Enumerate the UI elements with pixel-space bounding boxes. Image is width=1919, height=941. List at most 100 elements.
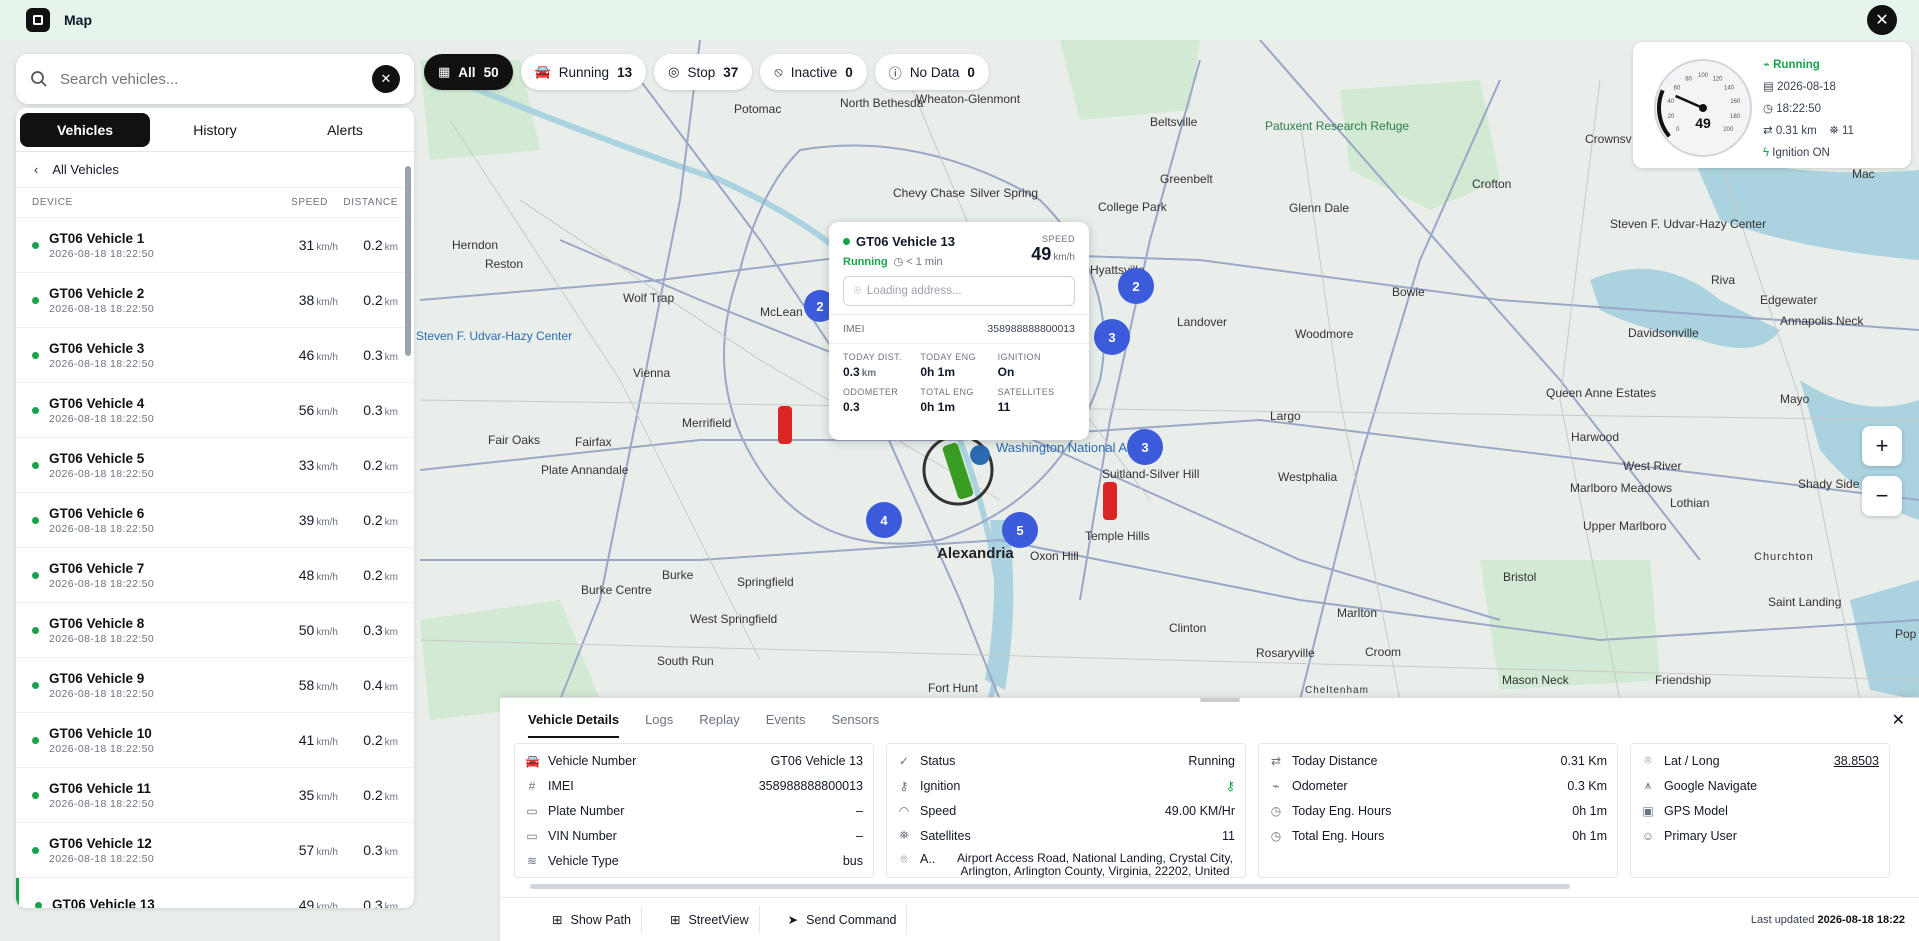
filter-running[interactable]: 🚘 Running 13	[520, 54, 647, 90]
clock-icon: ◷	[893, 256, 907, 268]
vehicle-distance: 0.3	[363, 842, 383, 858]
search-box: ✕	[16, 54, 414, 104]
svg-text:North Bethesda: North Bethesda	[840, 96, 924, 110]
zoom-in-button[interactable]: +	[1862, 426, 1902, 466]
ignition-key-icon: ⚷	[1225, 779, 1235, 793]
vehicle-row[interactable]: GT06 Vehicle 8 2026-08-18 18:22:50 50 km/h…	[16, 603, 414, 658]
vehicle-marker-stopped[interactable]	[778, 406, 792, 444]
doc-icon: ▭	[526, 828, 538, 843]
svg-text:Steven F. Udvar-Hazy Center: Steven F. Udvar-Hazy Center	[1610, 217, 1766, 231]
filter-no-data[interactable]: ⓘ No Data 0	[874, 54, 989, 90]
vehicle-row[interactable]: GT06 Vehicle 11 2026-08-18 18:22:50 35 km/…	[16, 768, 414, 823]
status-dot	[32, 351, 39, 359]
tab-replay[interactable]: Replay	[699, 712, 739, 738]
tab-history[interactable]: History	[150, 113, 280, 147]
svg-text:Bowie: Bowie	[1392, 285, 1425, 299]
landmark-label: Steven F. Udvar-Hazy Center	[416, 329, 572, 343]
vehicle-distance: 0.3	[363, 347, 383, 363]
svg-text:Queen Anne Estates: Queen Anne Estates	[1546, 386, 1656, 400]
status-dot	[32, 241, 39, 249]
search-input[interactable]	[60, 70, 360, 88]
status-dot	[32, 406, 39, 414]
svg-text:3: 3	[1141, 440, 1148, 455]
filter-all[interactable]: ▦ All 50	[424, 54, 513, 90]
vehicle-timestamp: 2026-08-18 18:22:50	[49, 687, 155, 700]
detail-row: ◠ Speed 49.00 KM/Hr	[898, 803, 1235, 818]
svg-text:Mayo: Mayo	[1780, 392, 1810, 406]
svg-text:2: 2	[1132, 279, 1139, 294]
vehicle-distance: 0.2	[363, 237, 383, 253]
vehicle-distance: 0.2	[363, 292, 383, 308]
zoom-out-button[interactable]: −	[1862, 476, 1902, 516]
vehicle-row[interactable]: GT06 Vehicle 5 2026-08-18 18:22:50 33 km/h…	[16, 438, 414, 493]
vehicle-row[interactable]: GT06 Vehicle 9 2026-08-18 18:22:50 58 km/h…	[16, 658, 414, 713]
filter-inactive[interactable]: ⦸ Inactive 0	[760, 54, 867, 90]
svg-text:Herndon: Herndon	[452, 238, 498, 252]
tab-alerts[interactable]: Alerts	[280, 113, 410, 147]
filter-stop[interactable]: ◎ Stop 37	[654, 54, 753, 90]
list-scrollbar[interactable]	[404, 154, 412, 804]
vehicle-row[interactable]: GT06 Vehicle 10 2026-08-18 18:22:50 41 km/…	[16, 713, 414, 768]
status-filters: ▦ All 50 🚘 Running 13 ◎ Stop 37 ⦸ Inactive 0 ⓘ No…	[424, 54, 989, 90]
speed-icon: ◠	[898, 803, 910, 818]
vehicle-timestamp: 2026-08-18 18:22:50	[49, 467, 155, 480]
show-path-button[interactable]: ⊞ Show Path	[542, 906, 642, 933]
status-dot	[32, 626, 39, 634]
nav-icon: ⩚	[1644, 778, 1652, 792]
tab-logs[interactable]: Logs	[645, 712, 673, 738]
vehicle-row[interactable]: GT06 Vehicle 1 2026-08-18 18:22:50 31 km/h…	[16, 218, 414, 273]
svg-text:Riva: Riva	[1711, 273, 1735, 287]
vehicle-name: GT06 Vehicle 1	[49, 230, 145, 246]
vehicle-row[interactable]: GT06 Vehicle 13 49 km/h 0.3 km	[16, 878, 414, 908]
vehicle-row[interactable]: GT06 Vehicle 2 2026-08-18 18:22:50 38 km/h…	[16, 273, 414, 328]
streetview-button[interactable]: ⊞ StreetView	[660, 906, 760, 933]
vehicle-speed: 31	[298, 237, 315, 253]
svg-text:Crownsv: Crownsv	[1585, 132, 1632, 146]
svg-text:Harwood: Harwood	[1571, 430, 1619, 444]
key-icon: ⚷	[899, 778, 909, 793]
vehicle-marker-stopped[interactable]	[1103, 482, 1117, 520]
horizontal-scrollbar[interactable]	[530, 884, 1570, 889]
vehicle-row[interactable]: GT06 Vehicle 12 2026-08-18 18:22:50 57 km/…	[16, 823, 414, 878]
svg-text:Plate Annandale: Plate Annandale	[541, 463, 629, 477]
svg-text:Saint Landing: Saint Landing	[1768, 595, 1841, 609]
svg-text:Burke Centre: Burke Centre	[581, 583, 652, 597]
vehicle-row[interactable]: GT06 Vehicle 3 2026-08-18 18:22:50 46 km/h…	[16, 328, 414, 383]
check-icon: ✓	[898, 753, 910, 768]
tab-sensors[interactable]: Sensors	[831, 712, 879, 738]
vehicle-list: GT06 Vehicle 1 2026-08-18 18:22:50 31 km/h…	[16, 218, 414, 908]
scrollbar-thumb[interactable]	[405, 166, 411, 356]
stat-satellites: SATELLITES 11	[997, 387, 1055, 414]
status-dot	[32, 791, 39, 799]
drag-handle[interactable]	[1200, 698, 1240, 702]
svg-text:Clinton: Clinton	[1169, 621, 1206, 635]
detail-row: ◷ Total Eng. Hours 0h 1m	[1270, 828, 1607, 843]
vehicle-row[interactable]: GT06 Vehicle 7 2026-08-18 18:22:50 48 km/h…	[16, 548, 414, 603]
vehicle-name: GT06 Vehicle 7	[49, 560, 145, 576]
clock-icon: ◷	[1270, 828, 1282, 843]
back-to-all-vehicles[interactable]: ‹ All Vehicles	[16, 152, 414, 188]
list-header: DEVICE SPEED DISTANCE	[16, 188, 414, 218]
close-details-icon[interactable]: ✕	[1892, 710, 1905, 730]
tab-events[interactable]: Events	[766, 712, 806, 738]
tab-vehicle-details[interactable]: Vehicle Details	[528, 712, 620, 738]
details-footer: ⊞ Show Path ⊞ StreetView ➤ Send Command Las…	[500, 897, 1919, 941]
detail-row: ⇄ Today Distance 0.31 Km	[1270, 753, 1607, 768]
vehicle-popup: GT06 Vehicle 13 Running ◷ < 1 min SPEED 4…	[829, 222, 1089, 440]
vehicle-row[interactable]: GT06 Vehicle 4 2026-08-18 18:22:50 56 km/h…	[16, 383, 414, 438]
svg-text:3: 3	[1108, 330, 1115, 345]
svg-text:Edgewater: Edgewater	[1760, 293, 1817, 307]
vehicle-row[interactable]: GT06 Vehicle 6 2026-08-18 18:22:50 39 km/h…	[16, 493, 414, 548]
close-icon[interactable]: ✕	[1867, 5, 1897, 35]
clear-search-button[interactable]: ✕	[372, 65, 400, 93]
detail-row: ▣ GPS Model	[1642, 803, 1728, 818]
svg-text:West River: West River	[1623, 459, 1681, 473]
tab-vehicles[interactable]: Vehicles	[20, 112, 150, 147]
svg-text:Greenbelt: Greenbelt	[1160, 172, 1213, 186]
svg-text:Croom: Croom	[1365, 645, 1401, 659]
stat-odometer: ODOMETER 0.3	[843, 387, 899, 414]
send-command-button[interactable]: ➤ Send Command	[778, 906, 908, 933]
svg-text:Beltsville: Beltsville	[1150, 115, 1198, 129]
svg-text:Merrifield: Merrifield	[682, 416, 731, 430]
vehicle-name: GT06 Vehicle 3	[49, 340, 145, 356]
